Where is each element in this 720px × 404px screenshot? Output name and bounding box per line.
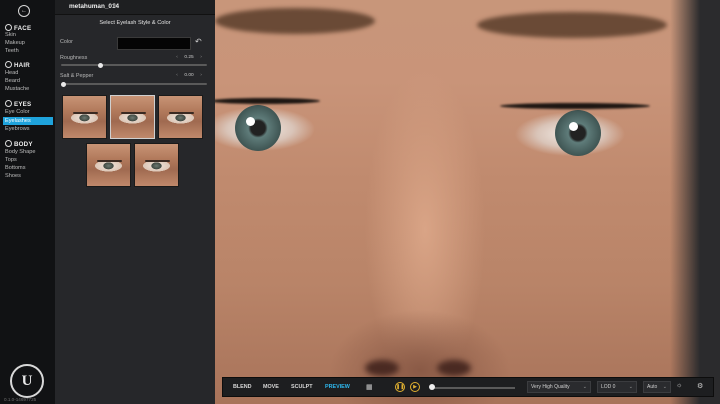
right-eyebrow — [477, 12, 667, 38]
hair-icon — [5, 61, 12, 68]
auto-dropdown[interactable]: Auto ⌄ — [643, 381, 671, 393]
category-label: EYES — [14, 101, 32, 108]
quality-value: Very High Quality — [531, 384, 570, 390]
slider-thumb[interactable] — [97, 62, 103, 68]
salt-pepper-value: 0.00 — [184, 73, 194, 78]
left-eyebrow — [215, 8, 375, 34]
eyelash-thumbnail[interactable] — [86, 143, 131, 187]
rail-item-mustache[interactable]: Mustache — [5, 86, 29, 92]
lighting-icon[interactable]: ☼ — [676, 382, 682, 389]
left-nostril — [365, 360, 399, 376]
mode-blend[interactable]: BLEND — [233, 384, 252, 390]
rail-item-beard[interactable]: Beard — [5, 78, 20, 84]
rail-item-head[interactable]: Head — [5, 70, 18, 76]
rail-item-teeth[interactable]: Teeth — [5, 48, 19, 54]
category-body[interactable]: BODY — [5, 140, 33, 148]
rail-item-eyelashes[interactable]: Eyelashes — [3, 117, 53, 125]
right-eyelashes — [500, 103, 650, 109]
quality-dropdown[interactable]: Very High Quality ⌄ — [527, 381, 591, 393]
rail-item-skin[interactable]: Skin — [5, 32, 16, 38]
right-eye — [495, 100, 645, 162]
chevron-down-icon: ⌄ — [662, 384, 667, 390]
chevron-down-icon: ⌄ — [628, 384, 633, 390]
rail-item-shoes[interactable]: Shoes — [5, 173, 21, 179]
slider-thumb[interactable] — [61, 81, 66, 87]
settings-icon[interactable]: ⚙ — [697, 382, 703, 390]
version-label: 0.1.0-14697725 — [4, 397, 37, 402]
left-eye — [215, 95, 315, 157]
category-eyes[interactable]: EYES — [5, 100, 31, 108]
right-nostril — [437, 360, 471, 376]
timeline-slider[interactable] — [431, 387, 515, 389]
viewport-toolbar: BLEND MOVE SCULPT PREVIEW ▦ ❚❚ ▶ Very Hi… — [222, 377, 714, 397]
chevron-down-icon: ⌄ — [582, 384, 587, 390]
auto-value: Auto — [647, 384, 658, 390]
roughness-slider[interactable] — [61, 62, 207, 68]
chevron-left-icon[interactable]: ‹ — [173, 73, 181, 78]
panel-header: metahuman_014 ✎ — [55, 0, 215, 15]
category-label: FACE — [14, 25, 32, 32]
rail-item-eyebrows[interactable]: Eyebrows — [5, 126, 30, 132]
roughness-stepper[interactable]: ‹ 0.25 › — [173, 55, 205, 60]
eyelash-thumbnail[interactable] — [62, 95, 107, 139]
mode-preview[interactable]: PREVIEW — [325, 384, 350, 390]
timeline-thumb[interactable] — [429, 384, 435, 390]
salt-pepper-slider[interactable] — [61, 81, 207, 87]
eyelash-thumbnail[interactable] — [134, 143, 179, 187]
color-label: Color — [60, 39, 73, 45]
eye-icon — [5, 100, 12, 107]
back-arrow-icon[interactable]: ← — [18, 5, 30, 17]
mode-sculpt[interactable]: SCULPT — [291, 384, 313, 390]
face-icon — [5, 24, 12, 31]
roughness-label: Roughness — [60, 55, 88, 61]
reset-icon[interactable]: ↶ — [195, 37, 202, 46]
lod-value: LOD 0 — [601, 384, 616, 390]
eyelash-thumbnail[interactable] — [158, 95, 203, 139]
rail-item-makeup[interactable]: Makeup — [5, 40, 25, 46]
left-eyelashes — [215, 98, 320, 104]
roughness-value: 0.25 — [184, 55, 194, 60]
category-label: BODY — [14, 141, 33, 148]
pause-icon[interactable]: ❚❚ — [395, 382, 405, 392]
mode-move[interactable]: MOVE — [263, 384, 279, 390]
rail-item-eye-color[interactable]: Eye Color — [5, 109, 30, 115]
play-icon[interactable]: ▶ — [410, 382, 420, 392]
background — [670, 0, 720, 404]
character-name[interactable]: metahuman_014 — [69, 3, 119, 10]
unreal-logo: U — [10, 364, 44, 398]
rail-item-body-shape[interactable]: Body Shape — [5, 149, 35, 155]
property-panel: Select Eyelash Style & Color Color ↶ Rou… — [55, 0, 215, 404]
category-hair[interactable]: HAIR — [5, 61, 30, 69]
salt-pepper-stepper[interactable]: ‹ 0.00 › — [173, 73, 205, 78]
chevron-right-icon[interactable]: › — [197, 55, 205, 60]
rail-item-bottoms[interactable]: Bottoms — [5, 165, 26, 171]
chevron-right-icon[interactable]: › — [197, 73, 205, 78]
edit-icon[interactable]: ✎ — [113, 3, 118, 9]
category-rail: ← FACE Skin Makeup Teeth HAIR Head Beard… — [0, 0, 56, 404]
category-face[interactable]: FACE — [5, 24, 31, 32]
salt-pepper-label: Salt & Pepper — [60, 73, 94, 79]
body-icon — [5, 140, 12, 147]
eyelash-thumbnail-selected[interactable] — [110, 95, 155, 139]
3d-viewport[interactable] — [215, 0, 720, 404]
chevron-left-icon[interactable]: ‹ — [173, 55, 181, 60]
color-swatch[interactable] — [117, 37, 191, 50]
camera-icon[interactable]: ▦ — [366, 383, 373, 391]
rail-item-tops[interactable]: Tops — [5, 157, 17, 163]
category-label: HAIR — [14, 62, 30, 69]
panel-title: Select Eyelash Style & Color — [99, 20, 171, 26]
lod-dropdown[interactable]: LOD 0 ⌄ — [597, 381, 637, 393]
